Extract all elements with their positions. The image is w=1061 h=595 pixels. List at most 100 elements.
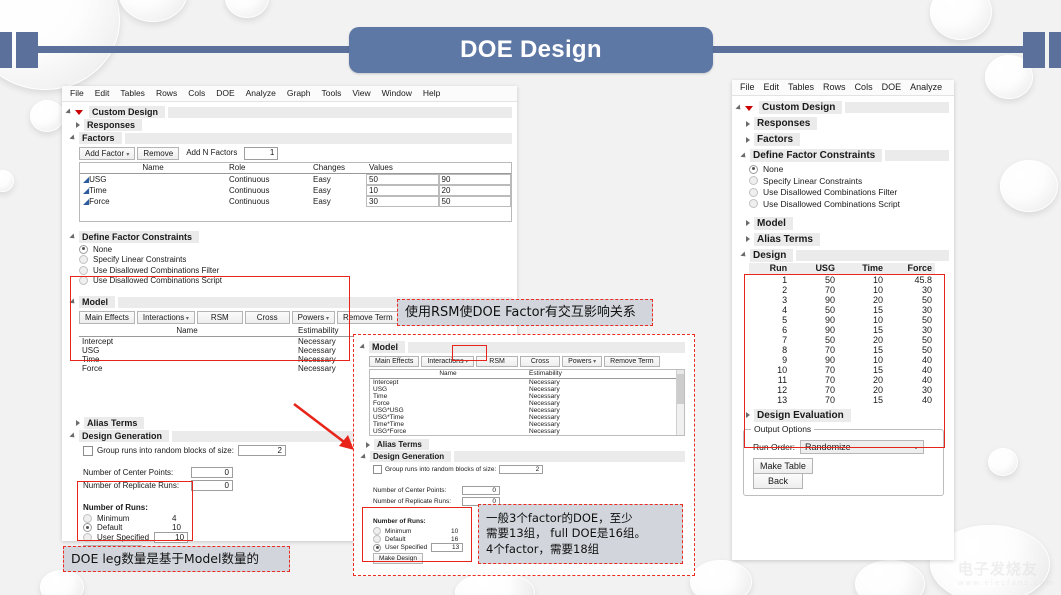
outline-responses[interactable]: Responses	[76, 119, 512, 131]
radio-icon[interactable]	[749, 187, 758, 197]
radio-icon[interactable]	[749, 176, 758, 185]
remove-factor-button[interactable]: Remove	[137, 147, 180, 160]
outline-factors[interactable]: Factors	[69, 132, 512, 144]
disclosure-closed-icon[interactable]	[746, 412, 750, 418]
radio-icon[interactable]	[749, 164, 758, 174]
radio-icon[interactable]	[79, 276, 88, 285]
disclosure-closed-icon[interactable]	[746, 120, 750, 127]
radio-icon[interactable]	[79, 255, 88, 264]
table-row[interactable]: ◢Time Continuous Easy 10 20	[80, 185, 511, 196]
back-button[interactable]: Back	[753, 472, 804, 489]
table-row[interactable]: ◢USG Continuous Easy 50 90	[80, 174, 511, 185]
table-row[interactable]: 3 90 20 50	[749, 295, 935, 305]
center-points-input[interactable]: 0	[191, 467, 233, 478]
radio-disallowed-script[interactable]: Use Disallowed Combinations Script	[79, 276, 512, 285]
menu-graph[interactable]: Graph	[287, 88, 311, 98]
disclosure-open-icon[interactable]	[69, 134, 77, 142]
disclosure-open-icon[interactable]	[359, 343, 367, 351]
run-order-select[interactable]: Randomize ⌄	[800, 439, 925, 454]
red-triangle-menu-icon[interactable]	[745, 104, 754, 112]
menu-cols[interactable]: Cols	[855, 82, 873, 92]
group-runs-input[interactable]: 2	[237, 445, 286, 456]
radio-icon[interactable]	[83, 514, 92, 523]
make-table-button[interactable]: Make Table	[753, 457, 813, 474]
group-runs-checkbox[interactable]	[83, 445, 93, 456]
table-row[interactable]: ◢Force Continuous Easy 30 50	[80, 196, 511, 207]
factor-high[interactable]: 20	[438, 185, 511, 196]
red-triangle-menu-icon[interactable]	[75, 108, 84, 116]
make-design-button[interactable]: Make Design	[373, 553, 423, 564]
interactions-button[interactable]: Interactions ▾	[421, 356, 475, 367]
disclosure-open-icon[interactable]	[360, 452, 368, 461]
disclosure-closed-icon[interactable]	[746, 136, 750, 143]
remove-term-button[interactable]: Remove Term	[604, 356, 660, 367]
outline-factors[interactable]: Factors	[746, 133, 949, 146]
disclosure-closed-icon[interactable]	[76, 420, 80, 426]
disclosure-open-icon[interactable]	[740, 251, 748, 259]
menu-edit[interactable]: Edit	[764, 82, 780, 92]
disclosure-open-icon[interactable]	[65, 108, 73, 116]
table-row[interactable]: Force Necessary	[370, 400, 676, 407]
model-list-scrollbar[interactable]	[676, 370, 684, 435]
outline-define-factor-constraints[interactable]: Define Factor Constraints	[740, 149, 949, 162]
menu-file[interactable]: File	[70, 88, 84, 98]
menu-doe[interactable]: DOE	[882, 82, 902, 92]
table-row[interactable]: USG Necessary	[370, 386, 676, 393]
radio-icon[interactable]	[749, 199, 758, 208]
radio-icon[interactable]	[373, 535, 381, 543]
radio-disallowed-script[interactable]: Use Disallowed Combinations Script	[749, 199, 949, 209]
menu-edit[interactable]: Edit	[95, 88, 110, 98]
radio-icon[interactable]	[373, 527, 381, 535]
disclosure-closed-icon[interactable]	[366, 441, 370, 448]
group-runs-checkbox[interactable]	[373, 465, 382, 474]
add-n-factors-input[interactable]: 1	[244, 147, 279, 160]
main-effects-button[interactable]: Main Effects	[369, 356, 420, 367]
outline-define-factor-constraints[interactable]: Define Factor Constraints	[69, 231, 512, 243]
table-row[interactable]: 6 90 15 30	[749, 325, 935, 335]
replicate-runs-input[interactable]: 0	[191, 480, 233, 491]
outline-model[interactable]: Model	[359, 341, 685, 353]
table-row[interactable]: 9 90 10 40	[749, 355, 935, 365]
menu-view[interactable]: View	[352, 88, 370, 98]
menu-cols[interactable]: Cols	[188, 88, 205, 98]
factor-low[interactable]: 50	[366, 174, 439, 185]
main-effects-button[interactable]: Main Effects	[79, 311, 135, 324]
menu-tables[interactable]: Tables	[788, 82, 814, 92]
table-row[interactable]: USG*Time Necessary	[370, 414, 676, 421]
radio-disallowed-filter[interactable]: Use Disallowed Combinations Filter	[79, 265, 512, 275]
cross-button[interactable]: Cross	[244, 311, 290, 324]
table-row[interactable]: 4 50 15 30	[749, 305, 935, 315]
menu-help[interactable]: Help	[423, 88, 440, 98]
powers-button[interactable]: Powers ▾	[562, 356, 603, 367]
menu-analyze[interactable]: Analyze	[246, 88, 276, 98]
menu-rows[interactable]: Rows	[823, 82, 846, 92]
outline-design-generation[interactable]: Design Generation	[360, 451, 685, 462]
table-row[interactable]: 5 90 10 50	[749, 315, 935, 325]
disclosure-open-icon[interactable]	[69, 298, 77, 306]
rsm-button[interactable]: RSM	[476, 356, 518, 367]
radio-disallowed-filter[interactable]: Use Disallowed Combinations Filter	[749, 187, 949, 197]
table-row[interactable]: 8 70 15 50	[749, 345, 935, 355]
outline-alias-terms[interactable]: Alias Terms	[366, 439, 685, 450]
cross-button[interactable]: Cross	[519, 356, 561, 367]
table-row[interactable]: 7 50 20 50	[749, 335, 935, 345]
remove-term-button[interactable]: Remove Term	[336, 311, 399, 324]
table-row[interactable]: USG*USG Necessary	[370, 407, 676, 414]
disclosure-open-icon[interactable]	[69, 432, 77, 440]
disclosure-closed-icon[interactable]	[746, 236, 750, 242]
table-row[interactable]: Time Necessary	[370, 393, 676, 400]
factor-low[interactable]: 10	[366, 185, 439, 196]
disclosure-open-icon[interactable]	[740, 151, 748, 160]
right-menubar[interactable]: File Edit Tables Rows Cols DOE Analyze	[732, 80, 954, 96]
table-row[interactable]: USG*Force Necessary	[370, 428, 676, 435]
menu-analyze[interactable]: Analyze	[910, 82, 942, 92]
user-specified-input[interactable]: 10	[154, 532, 189, 543]
outline-alias-terms[interactable]: Alias Terms	[746, 232, 949, 246]
group-runs-input[interactable]: 2	[499, 465, 544, 474]
menu-file[interactable]: File	[740, 82, 755, 92]
left-menubar[interactable]: File Edit Tables Rows Cols DOE Analyze G…	[62, 86, 517, 102]
table-row[interactable]: 10 70 15 40	[749, 365, 935, 375]
scrollbar-thumb[interactable]	[677, 374, 684, 404]
radio-specify-linear-constraints[interactable]: Specify Linear Constraints	[79, 255, 512, 264]
radio-specify-linear-constraints[interactable]: Specify Linear Constraints	[749, 176, 949, 186]
